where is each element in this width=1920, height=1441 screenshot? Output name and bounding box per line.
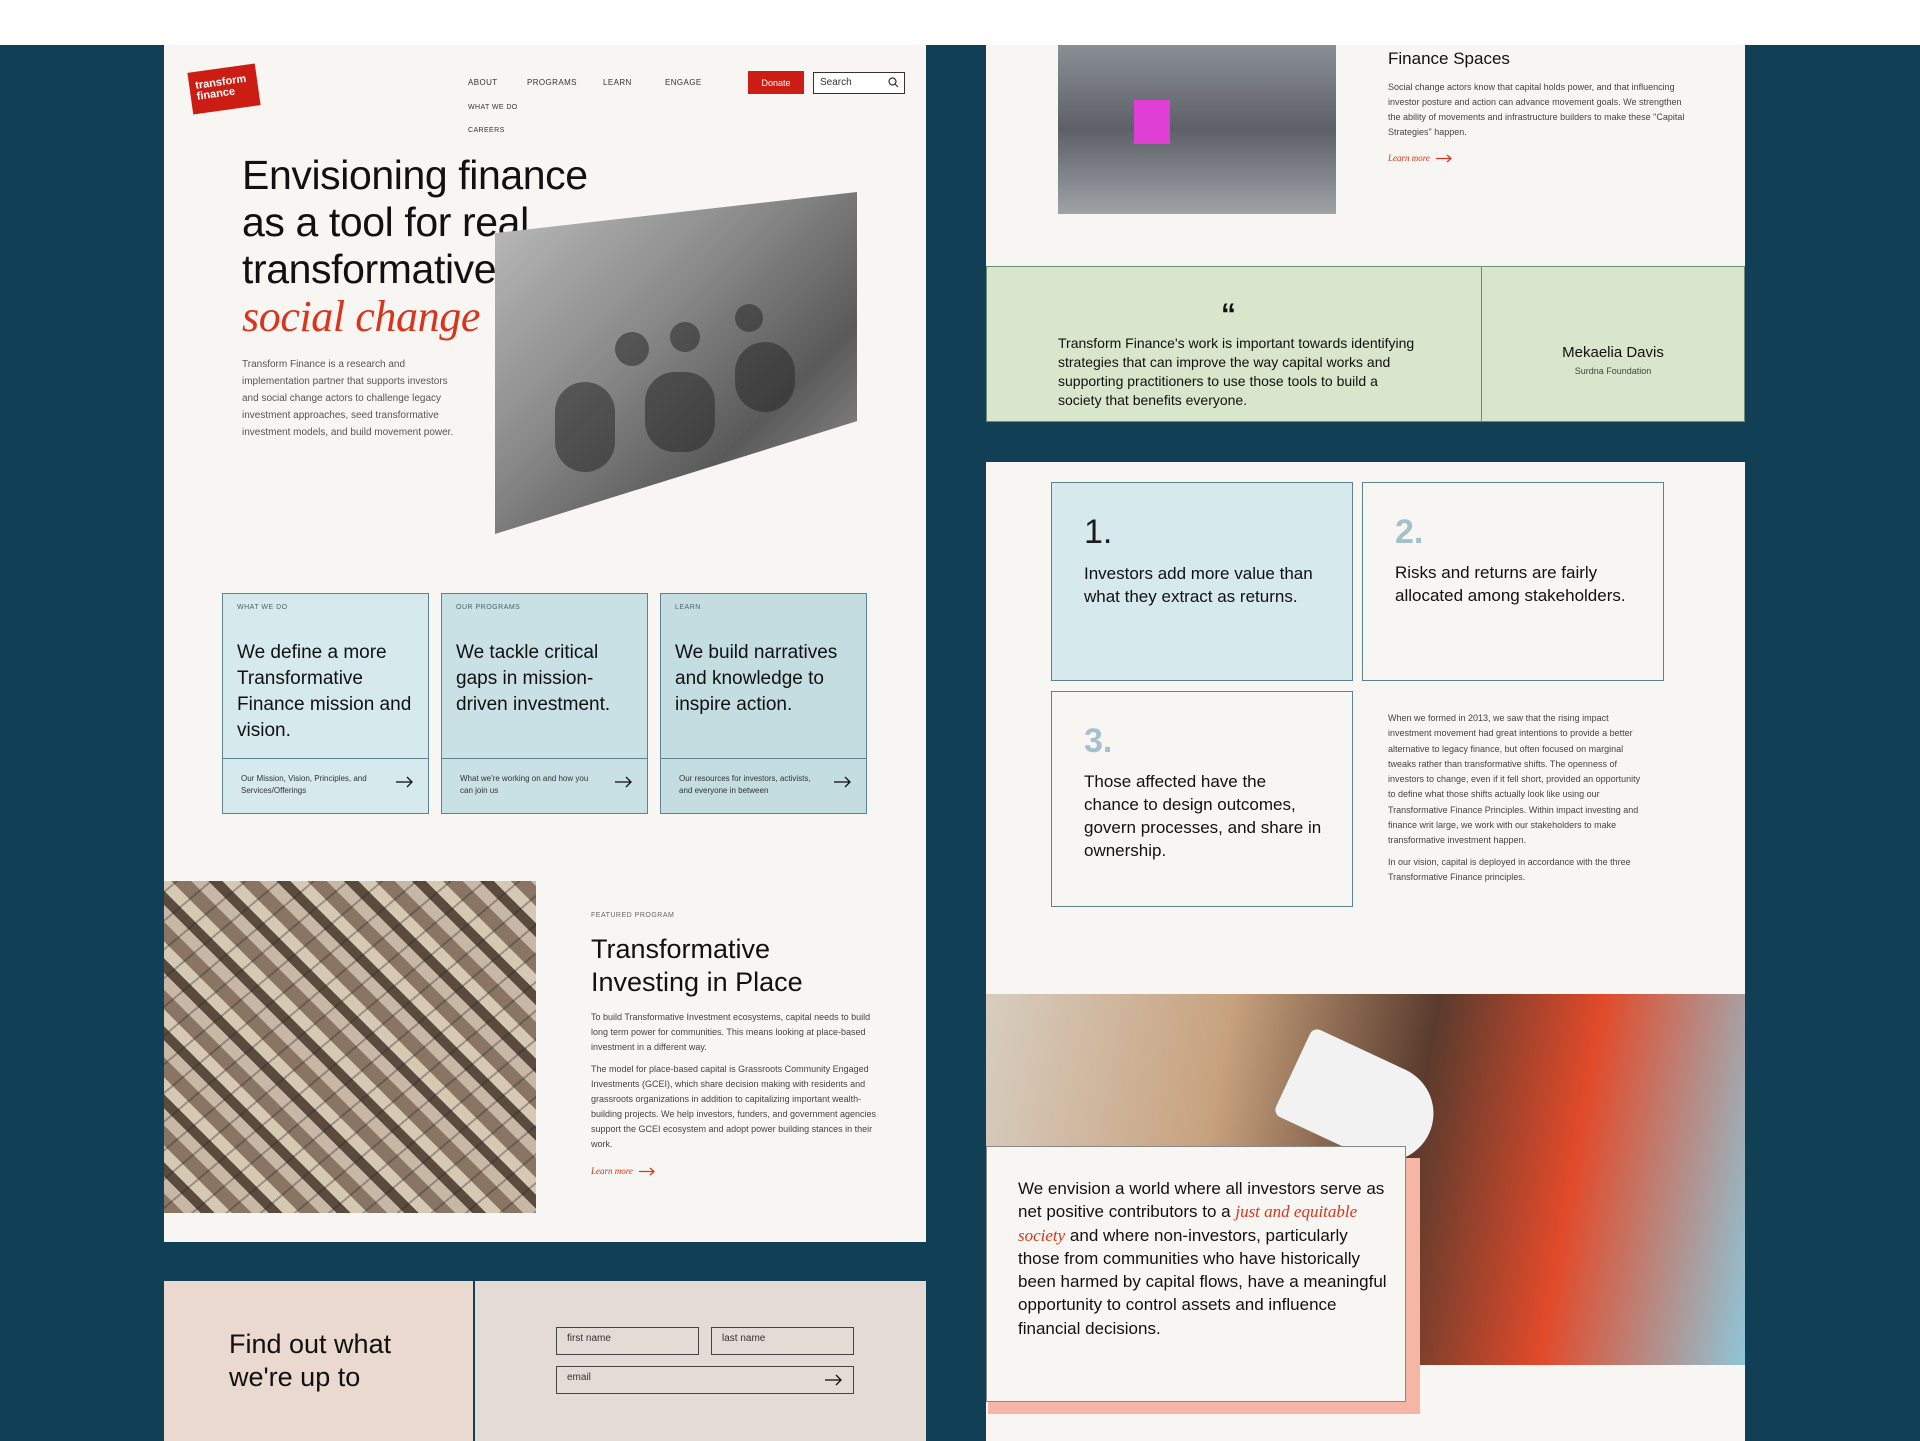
testimonial-text: Transform Finance's work is important to… <box>1058 335 1415 408</box>
principle-number: 2. <box>1395 513 1424 551</box>
arrow-right-icon <box>396 776 413 788</box>
arrow-right-icon <box>639 1167 656 1176</box>
featured-tag: FEATURED PROGRAM <box>591 912 675 919</box>
nav-programs[interactable]: PROGRAMS <box>527 78 577 87</box>
newsletter-title-line: we're up to <box>229 1362 361 1392</box>
principle-number: 3. <box>1084 722 1113 760</box>
card-link-text: Our Mission, Vision, Principles, and Ser… <box>241 774 367 795</box>
featured-title: Transformative Investing in Place <box>591 933 803 999</box>
card-tag: LEARN <box>675 604 701 611</box>
card-link[interactable]: What we're working on and how you can jo… <box>442 758 647 814</box>
nav-careers[interactable]: CAREERS <box>468 127 505 134</box>
vision-card: We envision a world where all investors … <box>986 1146 1406 1402</box>
card-link[interactable]: Our Mission, Vision, Principles, and Ser… <box>223 758 428 814</box>
testimonial-name: Mekaelia Davis <box>1562 344 1664 361</box>
featured-learn-more-link[interactable]: Learn more <box>591 1166 656 1176</box>
card-what-we-do[interactable]: WHAT WE DO We define a more Transformati… <box>222 593 429 814</box>
vision-statement: We envision a world where all investors … <box>1018 1177 1388 1340</box>
email-placeholder: email <box>567 1372 591 1383</box>
featured-paragraph: The model for place-based capital is Gra… <box>591 1064 876 1149</box>
principles-body: In our vision, capital is deployed in ac… <box>1388 857 1631 883</box>
hero-description: Transform Finance is a research and impl… <box>242 359 454 438</box>
email-field[interactable]: email <box>556 1366 854 1394</box>
principles-body: When we formed in 2013, we saw that the … <box>1388 713 1641 846</box>
learn-more-label: Learn more <box>1388 153 1430 163</box>
finance-spaces-body: Social change actors know that capital h… <box>1388 82 1685 137</box>
featured-title-line: Transformative <box>591 934 771 964</box>
nav-engage[interactable]: ENGAGE <box>665 78 702 87</box>
principle-number: 1. <box>1084 513 1113 551</box>
principle-text: Risks and returns are fairly allocated a… <box>1395 563 1626 605</box>
arrow-right-icon <box>615 776 632 788</box>
card-link[interactable]: Our resources for investors, activists, … <box>661 758 866 814</box>
finance-spaces-title: Finance Spaces <box>1388 49 1510 68</box>
nav-about[interactable]: ABOUT <box>468 78 498 87</box>
principle-text: Investors add more value than what they … <box>1084 564 1313 606</box>
last-name-field[interactable]: last name <box>711 1327 854 1355</box>
card-link-text: Our resources for investors, activists, … <box>679 774 811 795</box>
vision-text: and where non-investors, particularly th… <box>1018 1225 1387 1338</box>
hero-title-line: Envisioning finance <box>242 152 588 198</box>
nav-what-we-do[interactable]: WHAT WE DO <box>468 104 518 111</box>
protest-march-photo <box>1058 45 1336 214</box>
card-tag: OUR PROGRAMS <box>456 604 521 611</box>
card-tag: WHAT WE DO <box>237 604 288 611</box>
principle-card-3: 3. Those affected have the chance to des… <box>1051 691 1353 907</box>
newsletter-form-area <box>475 1281 926 1441</box>
arrow-right-icon <box>834 776 851 788</box>
principle-card-2: 2. Risks and returns are fairly allocate… <box>1362 482 1664 681</box>
search-icon <box>888 77 899 88</box>
testimonial-org: Surdna Foundation <box>1574 366 1652 376</box>
logo-text: transform finance <box>194 72 247 103</box>
featured-paragraph: To build Transformative Investment ecosy… <box>591 1012 871 1052</box>
card-title: We build narratives and knowledge to ins… <box>675 642 838 715</box>
nav-learn[interactable]: LEARN <box>603 78 632 87</box>
aerial-neighborhood-photo <box>164 881 536 1213</box>
card-learn[interactable]: LEARN We build narratives and knowledge … <box>660 593 867 814</box>
principle-text: Those affected have the chance to design… <box>1084 772 1322 860</box>
search-input[interactable]: Search <box>813 72 905 94</box>
featured-title-line: Investing in Place <box>591 967 803 997</box>
learn-more-label: Learn more <box>591 1166 633 1176</box>
card-title: We tackle critical gaps in mission-drive… <box>456 642 611 715</box>
card-our-programs[interactable]: OUR PROGRAMS We tackle critical gaps in … <box>441 593 648 814</box>
arrow-right-icon <box>1436 154 1453 163</box>
arrow-right-icon[interactable] <box>825 1374 843 1386</box>
protest-sign <box>1134 100 1170 144</box>
newsletter-title: Find out what we're up to <box>229 1328 391 1394</box>
finance-spaces-learn-more-link[interactable]: Learn more <box>1388 153 1453 163</box>
card-link-text: What we're working on and how you can jo… <box>460 774 589 795</box>
principle-card-1: 1. Investors add more value than what th… <box>1051 482 1353 681</box>
card-title: We define a more Transformative Finance … <box>237 642 412 741</box>
newsletter-title-line: Find out what <box>229 1329 392 1359</box>
first-name-field[interactable]: first name <box>556 1327 699 1355</box>
search-placeholder: Search <box>820 77 852 88</box>
donate-button[interactable]: Donate <box>748 71 804 94</box>
quote-mark-icon: “ <box>1221 298 1236 331</box>
